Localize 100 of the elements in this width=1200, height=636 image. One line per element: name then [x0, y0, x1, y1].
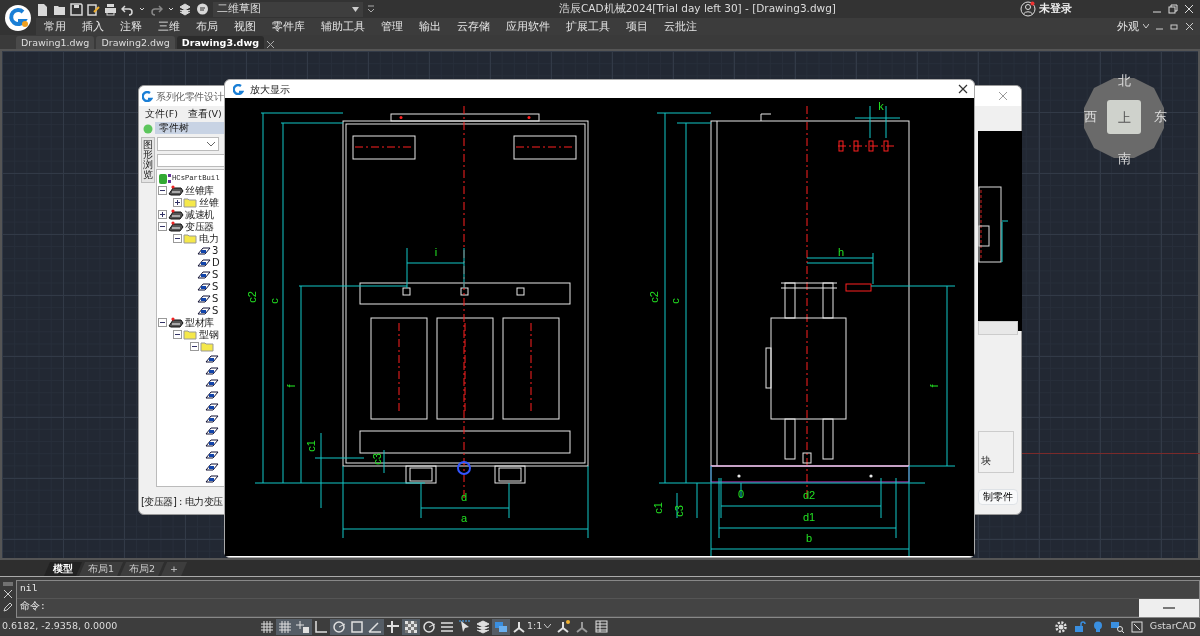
fullscreen-icon[interactable] [1130, 620, 1143, 633]
folder-icon [183, 232, 198, 244]
layout-tab[interactable]: 布局2 [120, 562, 165, 576]
menu-item[interactable]: 布局 [188, 18, 226, 35]
menu-item[interactable]: 文件(F) [145, 106, 178, 122]
part-icon [205, 461, 219, 471]
menu-item[interactable]: 管理 [373, 18, 411, 35]
layout-tab[interactable]: 模型 [44, 562, 82, 576]
annotation-scale-icon [513, 620, 525, 633]
layout-tab[interactable]: 布局1 [79, 562, 124, 576]
polar-toggle[interactable] [420, 618, 438, 635]
checker-toggle[interactable] [402, 618, 420, 635]
close-icon[interactable] [266, 40, 275, 49]
part-icon [197, 281, 211, 291]
gear-icon[interactable] [1054, 620, 1067, 633]
menu-item[interactable]: 注释 [112, 18, 150, 35]
dimension-label: d [460, 491, 468, 503]
layers-toggle[interactable] [474, 618, 492, 635]
ortho-toggle[interactable] [312, 618, 330, 635]
customize-caret-icon [367, 4, 375, 14]
dimension-label: c2 [648, 291, 660, 303]
scroll-button[interactable] [1139, 599, 1199, 617]
table-header [978, 321, 1018, 335]
menu-item[interactable]: 常用 [36, 18, 74, 35]
polar-toggle[interactable] [330, 618, 348, 635]
menu-item[interactable]: 零件库 [264, 18, 313, 35]
status-dot-icon [143, 124, 153, 134]
part-icon [205, 377, 219, 387]
grid-toggle[interactable] [276, 618, 294, 635]
database-icon [159, 172, 171, 184]
part-icon [197, 305, 211, 315]
snap-toggle[interactable] [294, 618, 312, 635]
auto-scale-icon[interactable] [576, 620, 590, 633]
monitor-search-icon[interactable] [1109, 620, 1124, 633]
part-icon [205, 365, 219, 375]
south-label[interactable]: 南 [1117, 151, 1131, 166]
caret-icon [544, 624, 552, 629]
layout-tab[interactable]: + [161, 562, 188, 576]
west-label[interactable]: 西 [1083, 109, 1097, 124]
menu-item[interactable]: 查看(V) [187, 106, 222, 122]
document-tab[interactable]: Drawing1.dwg [16, 36, 95, 49]
menu-item[interactable]: 扩展工具 [558, 18, 618, 35]
lock-icon[interactable] [1073, 620, 1086, 633]
pencil-icon[interactable] [3, 602, 13, 612]
part-icon [205, 473, 219, 483]
menu-item[interactable]: 应用软件 [498, 18, 558, 35]
side-tab[interactable]: 图形浏览 [141, 137, 155, 183]
login-status[interactable]: 未登录 [1039, 1, 1072, 17]
osnap-toggle[interactable] [348, 618, 366, 635]
hand-icon [168, 208, 184, 220]
menu-item[interactable]: 云存储 [449, 18, 498, 35]
angle-toggle[interactable] [366, 618, 384, 635]
menu-item[interactable]: 项目 [618, 18, 656, 35]
dialog-title: 系列化零件设计 [156, 89, 224, 104]
select-toggle[interactable] [492, 618, 510, 635]
collapse-icon[interactable] [190, 341, 199, 351]
part-icon [205, 437, 219, 447]
document-tab[interactable]: Drawing2.dwg [96, 36, 175, 49]
dimension-label: d1 [802, 511, 816, 523]
dimension-label: b [805, 532, 813, 544]
expand-icon[interactable] [173, 197, 182, 207]
appearance-menu[interactable]: 外观 [1115, 18, 1141, 35]
close-icon[interactable] [1185, 22, 1194, 31]
lightbulb-icon[interactable] [1092, 620, 1103, 633]
table-icon[interactable] [595, 620, 609, 633]
menu-item[interactable]: 云批注 [656, 18, 705, 35]
annotation-visibility-icon[interactable] [557, 620, 571, 633]
dimension-label: c1 [652, 502, 664, 514]
menu-item[interactable]: 插入 [74, 18, 112, 35]
collapse-icon[interactable] [158, 317, 167, 327]
menu-item[interactable]: 视图 [226, 18, 264, 35]
collapse-icon[interactable] [173, 329, 182, 339]
scale-dropdown[interactable]: 1:1 [527, 619, 543, 634]
draw-part-button[interactable]: 制零件 [978, 489, 1018, 505]
app-logo-icon [142, 90, 153, 102]
collapse-icon[interactable] [173, 233, 182, 243]
window-title: 浩辰CAD机械2024[Trial day left 30] - [Drawing3.dwg] [559, 1, 836, 14]
part-icon [205, 353, 219, 363]
dimension-label: c1 [305, 440, 317, 452]
restore-icon[interactable] [1168, 4, 1178, 14]
restore-icon[interactable] [1170, 22, 1179, 31]
coordinates: 0.6182, -2.9358, 0.0000 [1, 619, 119, 634]
user-avatar-icon [1020, 1, 1036, 17]
menu-item[interactable]: 三维 [150, 18, 188, 35]
part-icon [205, 389, 219, 399]
collapse-icon[interactable] [158, 221, 167, 231]
top-face-label[interactable]: 上 [1117, 110, 1131, 125]
menu-item[interactable]: 输出 [411, 18, 449, 35]
collapse-icon[interactable] [158, 185, 167, 195]
grid-toggle[interactable] [258, 618, 276, 635]
part-icon [197, 293, 211, 303]
expand-icon[interactable] [158, 209, 167, 219]
document-tab[interactable]: Drawing3.dwg [176, 36, 264, 49]
menu-item[interactable]: 辅助工具 [313, 18, 373, 35]
dimension-label: f [285, 384, 297, 388]
dimension-label: 0 [737, 488, 745, 500]
command-input[interactable]: 命令: [17, 599, 1139, 617]
dimension-label: c3 [673, 505, 685, 517]
close-icon[interactable] [3, 589, 13, 599]
workspace-dropdown[interactable]: 二维草图 [213, 1, 363, 17]
